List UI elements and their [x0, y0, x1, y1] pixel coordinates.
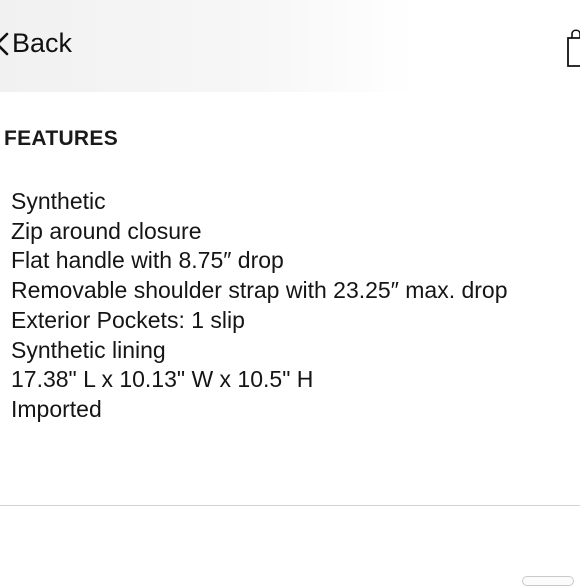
chevron-left-icon	[0, 32, 9, 56]
feature-item: Synthetic	[11, 188, 106, 214]
feature-item: Exterior Pockets: 1 slip	[11, 306, 245, 333]
feature-item: Zip around closure	[11, 217, 202, 244]
feature-item: Synthetic lining	[11, 336, 166, 363]
back-button-label: Back	[12, 28, 73, 58]
section-divider	[0, 505, 580, 506]
feature-item: Flat handle with 8.75″ drop	[11, 247, 284, 274]
bottom-edge-control	[522, 576, 574, 586]
feature-item: Removable shoulder strap with 23.25″ max…	[11, 277, 508, 304]
shopping-bag-icon[interactable]	[566, 24, 580, 68]
features-list: Synthetic Zip around closure Flat handle…	[11, 187, 508, 425]
feature-item: 17.38" L x 10.13" W x 10.5" H	[11, 366, 314, 393]
features-heading: FEATURES	[4, 127, 119, 150]
top-navigation-bar: Back	[0, 0, 580, 92]
feature-item: Imported	[11, 395, 102, 422]
